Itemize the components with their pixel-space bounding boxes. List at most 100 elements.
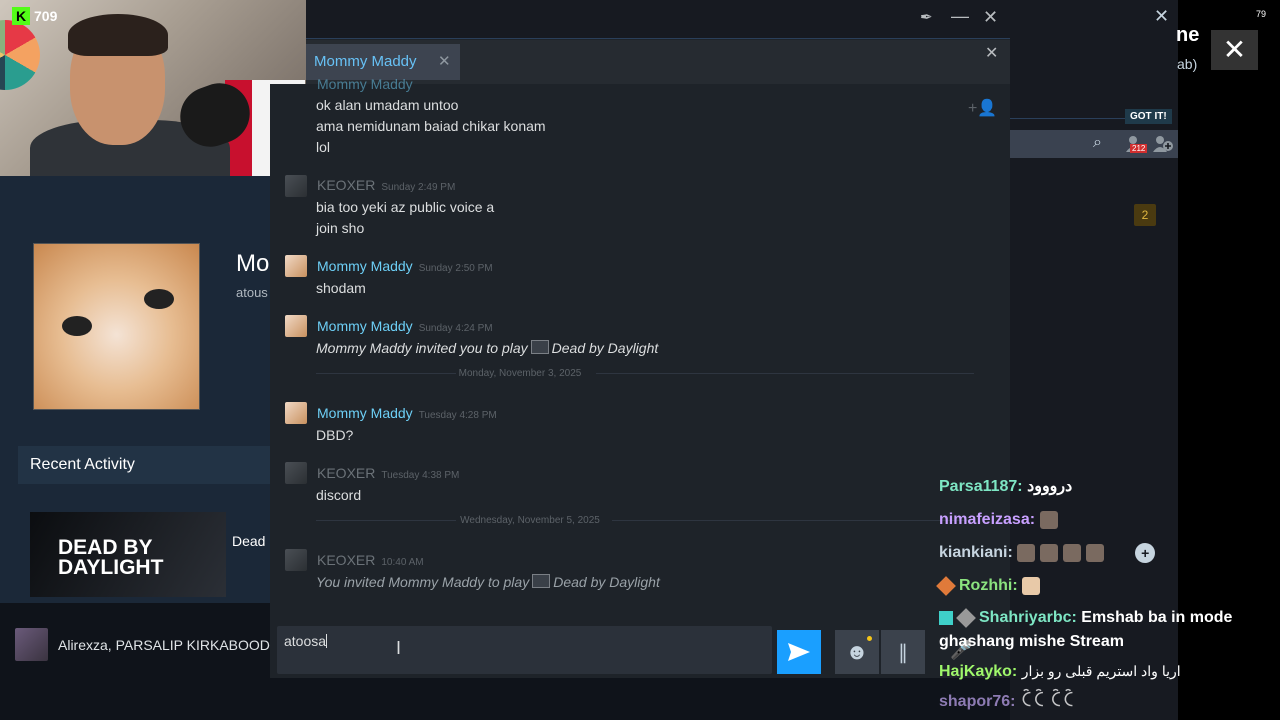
got-it-button[interactable]: GOT IT! — [1125, 109, 1172, 124]
stream-chat-line: HajKayko: اریا واد استریم قبلی رو بزار — [939, 654, 1279, 689]
profile-name: Mo — [236, 250, 270, 277]
smiley-icon: ☻ — [845, 639, 869, 664]
text-cursor-icon: I — [396, 638, 402, 658]
close-icon[interactable]: ✕ — [1154, 6, 1169, 27]
stream-chat-line: Rozhhi: — [936, 569, 1279, 602]
window-title-partial: ne — [1176, 24, 1200, 46]
chat-username: Rozhhi: — [959, 577, 1018, 594]
stream-chat-line: ghashang mishe Stream — [939, 630, 1279, 654]
message-time: Sunday 2:49 PM — [381, 182, 456, 193]
avatar[interactable] — [285, 175, 307, 197]
date-separator: Monday, November 3, 2025 — [458, 368, 582, 379]
badge-icon — [939, 610, 953, 625]
message-sender[interactable]: KEOXER — [317, 177, 375, 193]
avatar[interactable] — [285, 315, 307, 337]
chat-username: shapor76: — [939, 693, 1016, 710]
new-indicator — [867, 636, 872, 641]
message-input-value: atoosa — [284, 633, 327, 649]
message-line: ok alan umadam untoo — [316, 97, 459, 113]
add-to-chat-icon[interactable]: +👤 — [968, 98, 997, 118]
window-close-icon[interactable]: ✕ — [983, 7, 998, 28]
message-line: shodam — [316, 280, 366, 296]
emote-icon — [1086, 543, 1105, 562]
message-time: 10:40 AM — [381, 557, 424, 568]
message-time: Sunday 2:50 PM — [418, 263, 493, 274]
chat-username: HajKayko: — [939, 663, 1018, 680]
tab-mommy-maddy[interactable]: Mommy Maddy — [306, 44, 460, 80]
unread-badge: 2 — [1134, 204, 1156, 226]
message-sender[interactable]: Mommy Maddy — [317, 318, 413, 334]
game-icon — [530, 340, 549, 354]
cat-emote-icon — [1022, 576, 1041, 595]
game-invite[interactable]: You invited Mommy Maddy to play Dead by D… — [316, 574, 660, 590]
emote-icon — [1040, 543, 1059, 562]
message-line: discord — [316, 487, 362, 503]
message-sender[interactable]: Mommy Maddy — [317, 405, 413, 421]
message-time: Tuesday 4:28 PM — [418, 410, 497, 421]
corner-count: 79 — [1256, 9, 1267, 19]
game-invite[interactable]: Mommy Maddy invited you to play Dead by D… — [316, 340, 658, 356]
emote-icon — [1017, 543, 1036, 562]
attach-button[interactable]: ∥ — [881, 630, 925, 674]
avatar[interactable] — [285, 402, 307, 424]
divider — [316, 373, 456, 374]
chat-message: اریا واد استریم قبلی رو بزار — [1021, 663, 1181, 679]
message-sender[interactable]: Mommy Maddy — [317, 258, 413, 274]
tab-bar-close-icon[interactable]: ✕ — [985, 43, 998, 63]
chat-username: nimafeizasa: — [939, 511, 1036, 528]
game-banner[interactable]: DEAD BY DAYLIGHT — [30, 512, 226, 597]
search-icon[interactable]: ⌕ — [1093, 134, 1102, 152]
chat-message: درووود — [1027, 478, 1073, 495]
profile-avatar — [33, 243, 200, 410]
window-subtitle-partial: ab) — [1177, 56, 1198, 72]
message-time: Sunday 4:24 PM — [418, 323, 493, 334]
avatar[interactable] — [285, 462, 307, 484]
date-separator: Wednesday, November 5, 2025 — [460, 515, 600, 526]
divider — [612, 520, 974, 521]
game-name[interactable]: Dead — [232, 533, 265, 549]
stream-chat-line: kiankiani: + — [939, 536, 1279, 569]
message-header: Mommy Maddy Sunday 2:50 PM — [317, 258, 493, 276]
chat-username: kiankiani: — [939, 544, 1013, 561]
overlay-close-icon[interactable]: ✕ — [1211, 30, 1258, 70]
message-sender[interactable]: KEOXER — [317, 552, 375, 568]
profile-subtitle: atous — [236, 285, 268, 300]
friend-requests-icon[interactable]: 212 — [1124, 134, 1148, 154]
add-friend-icon[interactable] — [1152, 134, 1174, 154]
divider — [316, 520, 456, 521]
message-header: Mommy Maddy Tuesday 4:28 PM — [317, 405, 497, 423]
text-caret — [326, 634, 328, 648]
game-banner-text: DEAD BY DAYLIGHT — [58, 536, 164, 579]
message-sender[interactable]: KEOXER — [317, 465, 375, 481]
chat-message: Emshab ba in mode — [1081, 609, 1233, 626]
emoticon-button[interactable]: ☻ — [835, 630, 879, 674]
webcam-feed — [0, 0, 306, 176]
group-chat-entry[interactable]: Alirexza, PARSALIP KIRKABOOD, — [15, 628, 274, 661]
message-input[interactable]: atoosa — [277, 626, 772, 674]
stream-chat-line: shapor76: ꉓꉓ ꉓꉓ — [939, 689, 1279, 715]
chat-message: ghashang mishe Stream — [939, 633, 1124, 650]
emote-icon — [1039, 510, 1058, 529]
zoom-in-icon[interactable]: + — [1135, 542, 1156, 563]
emote-icon — [1063, 543, 1082, 562]
recent-activity-header: Recent Activity — [18, 446, 270, 484]
message-line: join sho — [316, 220, 365, 236]
group-members-label: Alirexza, PARSALIP KIRKABOOD, — [58, 636, 274, 653]
message-header: KEOXER Tuesday 4:38 PM — [317, 465, 459, 483]
avatar[interactable] — [285, 549, 307, 571]
invite-text: Mommy Maddy invited you to play — [316, 340, 528, 356]
stream-chat-line: Parsa1187: درووود — [939, 470, 1279, 503]
pin-icon[interactable]: ✒ — [920, 8, 933, 26]
chat-message: ꉓꉓ ꉓꉓ — [1019, 693, 1075, 710]
group-avatar — [15, 628, 48, 661]
minimize-icon[interactable]: — — [951, 6, 969, 27]
avatar[interactable] — [285, 255, 307, 277]
invite-game: Dead by Daylight — [553, 574, 660, 590]
badge-icon — [936, 575, 956, 596]
send-button[interactable] — [777, 630, 821, 674]
send-icon — [788, 643, 810, 661]
invite-game: Dead by Daylight — [551, 340, 659, 356]
message-header: Mommy Maddy Sunday 4:24 PM — [317, 318, 493, 336]
stream-chat-line: Shahriyarbc: Emshab ba in mode — [939, 602, 1279, 630]
tab-close-icon[interactable]: ✕ — [438, 44, 451, 80]
